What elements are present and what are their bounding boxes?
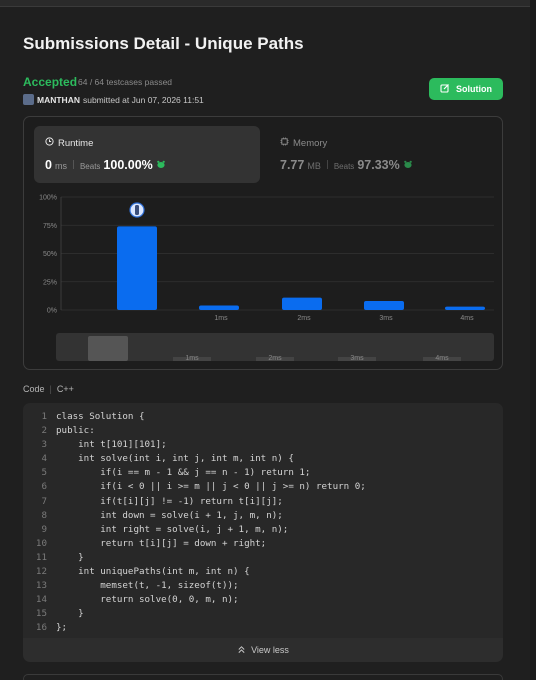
code-line: 4 int solve(int i, int j, int m, int n) … [23,453,503,467]
code-text: }; [56,622,68,634]
code-text: int uniquePaths(int m, int n) { [56,566,250,578]
page-title: Submissions Detail - Unique Paths [23,34,304,53]
code-text: return solve(0, 0, m, n); [56,594,239,606]
code-line: 10 return t[i][j] = down + right; [23,538,503,552]
code-block[interactable]: 1 class Solution { 2 public: 3 int t[101][10… [23,403,503,638]
runtime-distribution-chart[interactable]: 100% 75% 50% 25% 0% 1ms 2ms 3ms 4ms 1ms 2ms 3ms 4ms [24,117,502,369]
line-number: 10 [35,537,47,549]
line-number: 16 [35,622,47,634]
avatar[interactable] [23,94,34,105]
solution-button[interactable]: Solution [429,78,503,100]
line-number: 4 [41,453,47,465]
code-text: } [56,608,84,620]
code-text: int solve(int i, int j, int m, int n) { [56,453,294,465]
top-bar [0,0,536,7]
y-tick-label: 25% [43,279,57,286]
code-line: 13 memset(t, -1, sizeof(t)); [23,580,503,594]
code-line: 3 int t[101][101]; [23,439,503,453]
line-number: 13 [35,580,47,592]
code-line: 11 } [23,552,503,566]
x-tick-label: 2ms [297,315,311,322]
chart-bar[interactable] [282,297,322,310]
code-line: 16}; [23,622,503,636]
line-number: 9 [41,523,47,535]
testcases-passed: 64 / 64 testcases passed [78,77,173,87]
code-text: memset(t, -1, sizeof(t)); [56,580,239,592]
x-tick-label: 4ms [460,315,474,322]
avatar-figure [135,205,139,215]
code-language: C++ [56,384,74,394]
code-text: int t[101][101]; [56,439,167,451]
navigator-label: 2ms [268,355,282,362]
y-tick-label: 50% [43,251,57,258]
submitter-line: MANTHAN submitted at Jun 07, 2026 11:51 [23,94,204,105]
chart-bar[interactable] [199,305,239,310]
solution-label: Solution [456,84,492,94]
code-line: 9 int right = solve(i, j + 1, m, n); [23,524,503,538]
line-number: 7 [41,495,47,507]
scroll-edge [530,0,536,680]
code-text: if(t[i][j] != -1) return t[i][j]; [56,495,283,507]
code-text: public: [56,425,95,437]
code-line: 5 if(i == m - 1 && j == n - 1) return 1; [23,467,503,481]
next-section-edge [23,674,503,680]
x-tick-label: 3ms [379,315,393,322]
chart-bar[interactable] [445,306,485,310]
line-number: 12 [35,566,47,578]
navigator-label: 1ms [185,355,199,362]
view-less-label: View less [251,645,289,655]
line-number: 2 [41,425,47,437]
navigator-label: 3ms [350,355,364,362]
code-line: 15 } [23,608,503,622]
status-accepted: Accepted [23,75,78,89]
line-number: 8 [41,509,47,521]
code-text: class Solution { [56,411,145,422]
view-less-button[interactable]: View less [23,638,503,662]
x-tick-label: 1ms [214,315,228,322]
code-text: } [56,551,84,563]
y-tick-label: 0% [47,308,57,315]
line-number: 1 [41,411,47,422]
code-text: if(i < 0 || i >= m || j < 0 || j >= n) r… [56,481,366,493]
line-number: 5 [41,467,47,479]
code-text: int right = solve(i, j + 1, m, n); [56,523,289,535]
username[interactable]: MANTHAN [37,95,80,105]
code-text: int down = solve(i + 1, j, m, n); [56,509,283,521]
navigator-label: 4ms [435,355,449,362]
line-number: 11 [35,551,47,563]
chart-bar[interactable] [364,300,404,310]
submitted-time: submitted at Jun 07, 2026 11:51 [82,94,204,105]
code-header: Code | C++ [23,384,74,394]
code-line: 8 int down = solve(i + 1, j, m, n); [23,510,503,524]
code-label: Code [23,384,45,394]
performance-panel: Runtime 0 ms Beats 100.00% Memory 7.77 M… [23,116,503,370]
code-line: 7 if(t[i][j] != -1) return t[i][j]; [23,496,503,510]
code-text: if(i == m - 1 && j == n - 1) return 1; [56,467,311,479]
code-line: 2 public: [23,425,503,439]
code-line: 1 class Solution { [23,411,503,425]
y-tick-label: 75% [43,223,57,230]
edit-icon [440,83,450,95]
code-text: return t[i][j] = down + right; [56,537,267,549]
line-number: 3 [41,439,47,451]
code-line: 6 if(i < 0 || i >= m || j < 0 || j >= n)… [23,481,503,495]
navigator-handle[interactable] [88,336,128,361]
chevrons-up-icon [237,645,246,656]
line-number: 6 [41,481,47,493]
y-tick-label: 100% [39,195,57,202]
chart-bar[interactable] [117,226,157,310]
divider: | [49,384,52,394]
line-number: 14 [35,594,47,606]
code-line: 14 return solve(0, 0, m, n); [23,594,503,608]
line-number: 15 [35,608,47,620]
code-line: 12 int uniquePaths(int m, int n) { [23,566,503,580]
